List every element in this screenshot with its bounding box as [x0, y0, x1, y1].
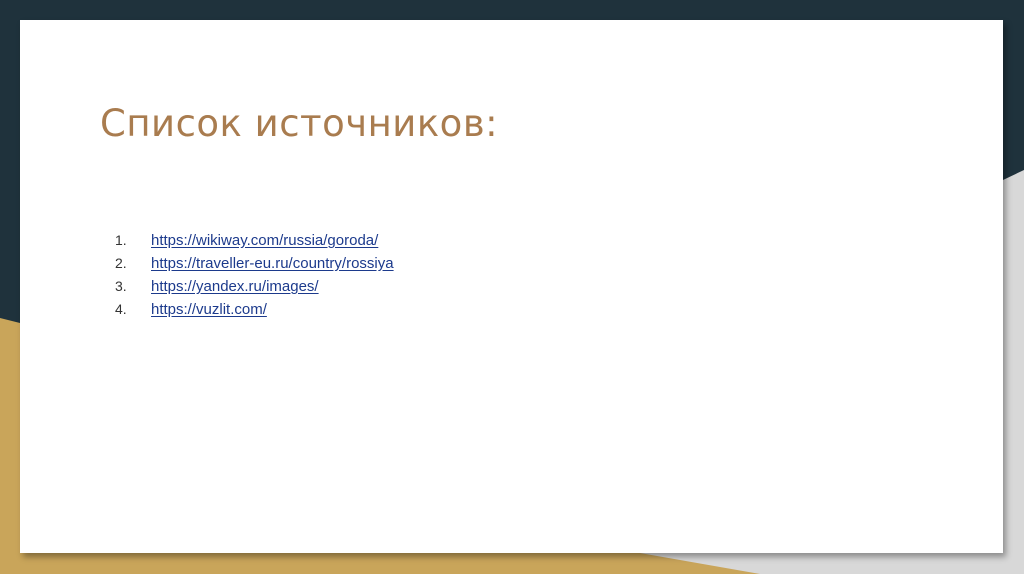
source-link[interactable]: https://yandex.ru/images/	[151, 278, 319, 295]
list-item-number: 4.	[115, 301, 127, 317]
source-link[interactable]: https://vuzlit.com/	[151, 301, 267, 318]
source-link[interactable]: https://traveller-eu.ru/country/rossiya	[151, 255, 394, 272]
list-item: 2. https://traveller-eu.ru/country/rossi…	[115, 255, 394, 278]
list-item: 1. https://wikiway.com/russia/goroda/	[115, 232, 394, 255]
slide-content: Список источников: 1. https://wikiway.co…	[20, 20, 1003, 553]
slide-title: Список источников:	[100, 102, 499, 145]
gray-accent-right	[1003, 170, 1024, 574]
sources-list: 1. https://wikiway.com/russia/goroda/ 2.…	[115, 232, 394, 324]
list-item: 4. https://vuzlit.com/	[115, 301, 394, 324]
list-item-number: 2.	[115, 255, 127, 271]
list-item-number: 1.	[115, 232, 127, 248]
slide-stage: Список источников: 1. https://wikiway.co…	[0, 0, 1024, 574]
list-item-number: 3.	[115, 278, 127, 294]
list-item: 3. https://yandex.ru/images/	[115, 278, 394, 301]
source-link[interactable]: https://wikiway.com/russia/goroda/	[151, 232, 378, 249]
